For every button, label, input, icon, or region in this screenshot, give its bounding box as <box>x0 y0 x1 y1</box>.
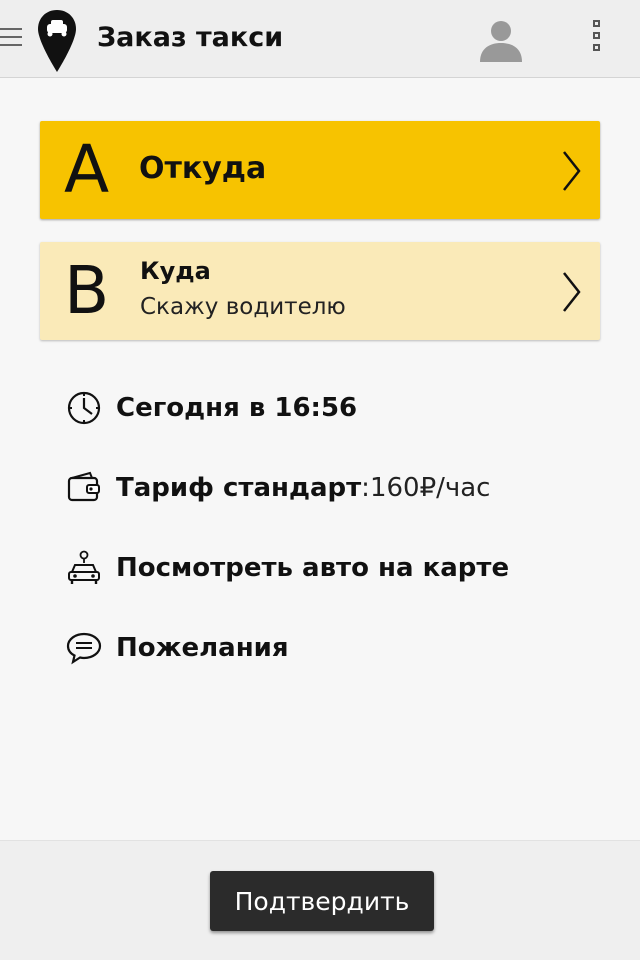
confirm-button[interactable]: Подтвердить <box>210 871 434 931</box>
pickup-time-option[interactable]: Сегодня в 16:56 <box>66 388 357 428</box>
view-car-on-map-text: Посмотреть авто на карте <box>116 553 510 583</box>
destination-subtitle: Скажу водителю <box>140 294 346 320</box>
chat-bubble-icon <box>66 632 102 665</box>
pickup-label: Откуда <box>139 151 267 186</box>
hamburger-icon[interactable] <box>0 28 24 52</box>
tariff-separator: : <box>361 473 370 503</box>
destination-point-letter: B <box>64 252 110 329</box>
pickup-address-card[interactable]: A Откуда <box>40 121 600 219</box>
tariff-name: Тариф стандарт <box>116 473 362 503</box>
user-icon[interactable] <box>478 18 524 62</box>
pickup-time-text: Сегодня в 16:56 <box>116 393 358 423</box>
chevron-right-icon <box>563 151 581 191</box>
taxi-pin-icon <box>38 10 76 72</box>
clock-icon <box>67 391 101 425</box>
top-app-bar: Заказ такси <box>0 0 640 78</box>
wishes-text: Пожелания <box>116 633 289 663</box>
tariff-option[interactable]: Тариф стандарт: 160₽/час <box>66 468 490 508</box>
page-title: Заказ такси <box>97 22 284 53</box>
wishes-option[interactable]: Пожелания <box>66 628 289 668</box>
pickup-point-letter: A <box>64 131 110 208</box>
more-vertical-icon[interactable] <box>588 20 604 60</box>
taxi-order-screen: Заказ такси A Откуда B Куда Скажу водите… <box>0 0 640 960</box>
chevron-right-icon <box>563 272 581 312</box>
destination-address-card[interactable]: B Куда Скажу водителю <box>40 242 600 340</box>
tariff-price: 160₽/час <box>369 473 491 503</box>
view-car-on-map-option[interactable]: Посмотреть авто на карте <box>66 548 509 588</box>
destination-label: Куда <box>140 257 211 285</box>
wallet-icon <box>67 471 100 502</box>
car-location-icon <box>68 550 100 584</box>
